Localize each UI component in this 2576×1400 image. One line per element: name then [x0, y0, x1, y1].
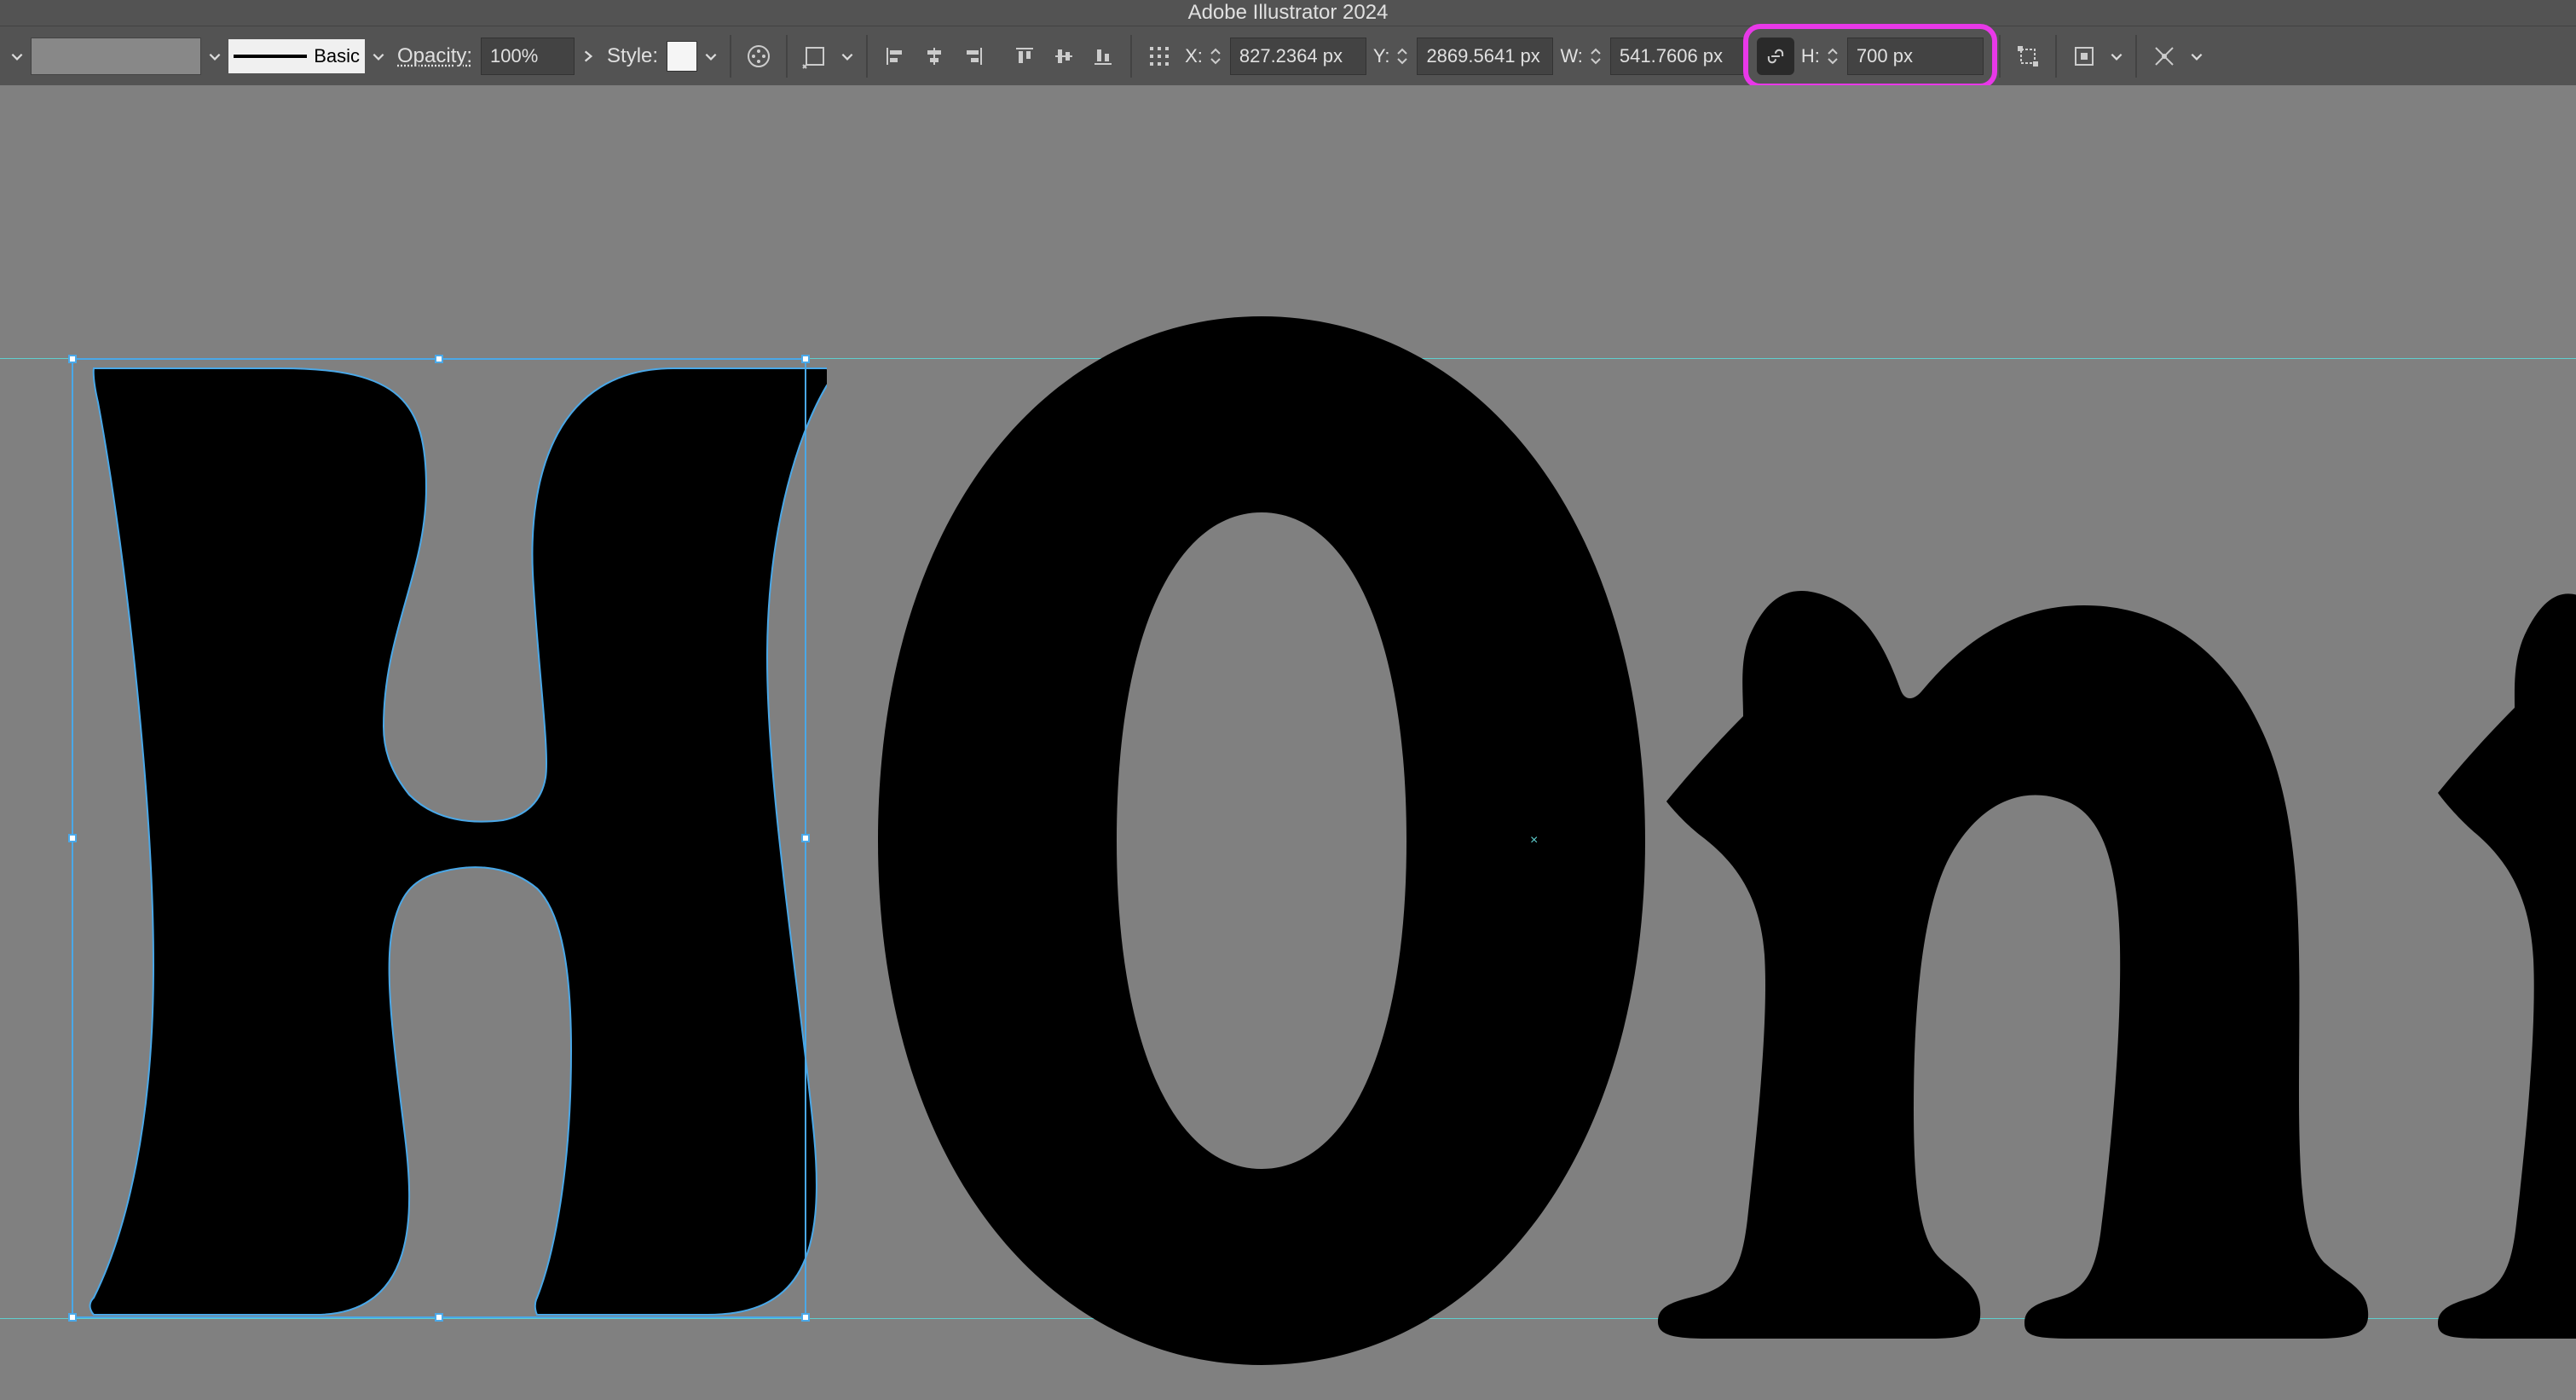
sel-handle-tr[interactable] — [801, 355, 810, 363]
fill-swatch-dropdown[interactable] — [205, 38, 225, 75]
sel-handle-tc[interactable] — [435, 355, 443, 363]
selection-box[interactable] — [72, 358, 806, 1318]
sel-handle-bc[interactable] — [435, 1313, 443, 1322]
stroke-line-preview — [234, 55, 307, 58]
transform-anchor-icon[interactable] — [1141, 38, 1178, 75]
opacity-label[interactable]: Opacity: — [392, 44, 477, 68]
w-spinner[interactable] — [1590, 38, 1607, 75]
stroke-profile-label: Basic — [314, 45, 360, 67]
y-input[interactable] — [1417, 38, 1553, 75]
align-right-icon[interactable] — [955, 38, 992, 75]
y-spinner[interactable] — [1396, 38, 1413, 75]
h-spinner[interactable] — [1827, 38, 1844, 75]
h-label: H: — [1798, 45, 1823, 67]
artboard-center-mark: × — [1530, 833, 1538, 848]
divider — [786, 35, 788, 78]
graphic-style-swatch[interactable] — [667, 41, 697, 72]
align-group — [876, 38, 992, 75]
sel-handle-tl[interactable] — [68, 355, 77, 363]
align-to-icon[interactable] — [2065, 38, 2103, 75]
stroke-profile-dropdown[interactable] — [368, 38, 389, 75]
fill-swatch[interactable] — [31, 38, 201, 75]
h-input[interactable] — [1847, 38, 1984, 75]
glyph-partial[interactable] — [2412, 546, 2576, 1347]
divider — [730, 35, 731, 78]
divider — [1130, 35, 1132, 78]
align-vcenter-icon[interactable] — [1045, 38, 1083, 75]
align-top-icon[interactable] — [1006, 38, 1043, 75]
height-link-block: H: — [1750, 34, 1990, 78]
divider — [866, 35, 868, 78]
w-label: W: — [1557, 45, 1585, 67]
opacity-input[interactable] — [481, 38, 575, 75]
align-to-dropdown[interactable] — [2106, 38, 2127, 75]
w-input[interactable] — [1610, 38, 1747, 75]
transform-each-dropdown[interactable] — [2186, 38, 2207, 75]
sel-handle-mr[interactable] — [801, 834, 810, 842]
align-left-icon[interactable] — [876, 38, 914, 75]
style-label: Style: — [602, 44, 663, 68]
constrain-proportions-icon[interactable] — [1757, 38, 1794, 75]
valign-group — [1006, 38, 1122, 75]
glyph-n[interactable] — [1649, 546, 2383, 1347]
canvas[interactable]: × — [0, 85, 2576, 1400]
fill-dropdown[interactable] — [7, 38, 27, 75]
y-label: Y: — [1370, 45, 1394, 67]
x-label: X: — [1181, 45, 1206, 67]
titlebar: Adobe Illustrator 2024 — [0, 0, 2576, 26]
sel-handle-bl[interactable] — [68, 1313, 77, 1322]
recolor-icon[interactable] — [740, 38, 777, 75]
transform-each-icon[interactable] — [2146, 38, 2183, 75]
isolate-icon[interactable] — [796, 38, 834, 75]
align-bottom-icon[interactable] — [1084, 38, 1122, 75]
sel-handle-br[interactable] — [801, 1313, 810, 1322]
stroke-profile[interactable]: Basic — [228, 39, 365, 73]
graphic-style-dropdown[interactable] — [701, 38, 721, 75]
align-hcenter-icon[interactable] — [915, 38, 953, 75]
sel-handle-ml[interactable] — [68, 834, 77, 842]
divider — [2055, 35, 2057, 78]
x-spinner[interactable] — [1210, 38, 1227, 75]
opacity-stepper[interactable] — [578, 38, 598, 75]
app-title: Adobe Illustrator 2024 — [1188, 1, 1389, 25]
divider — [1999, 35, 2001, 78]
isolate-dropdown[interactable] — [837, 38, 858, 75]
divider — [2135, 35, 2137, 78]
control-bar: Basic Opacity: Style: — [0, 26, 2576, 85]
x-input[interactable] — [1230, 38, 1366, 75]
shape-mode-icon[interactable] — [2009, 38, 2047, 75]
